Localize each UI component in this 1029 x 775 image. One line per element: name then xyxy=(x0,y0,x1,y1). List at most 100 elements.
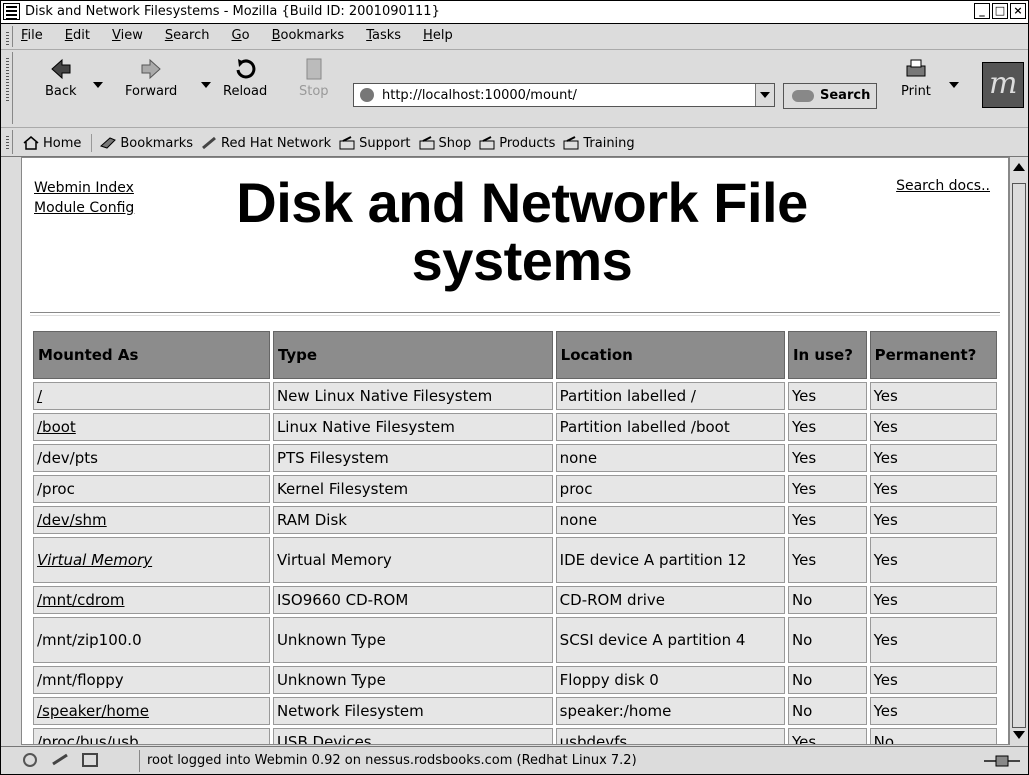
personal-toolbar-grip[interactable] xyxy=(3,130,13,154)
permanent-cell: Yes xyxy=(869,617,997,663)
menu-search[interactable]: Search xyxy=(165,28,210,43)
type-cell: Kernel Filesystem xyxy=(272,475,553,503)
personal-toolbar-support[interactable]: Support xyxy=(339,135,411,151)
reload-button[interactable]: Reload xyxy=(223,56,267,99)
menu-view[interactable]: View xyxy=(112,28,143,43)
forward-dropdown-icon[interactable] xyxy=(201,82,211,88)
scroll-up-arrow-icon[interactable] xyxy=(1013,163,1025,171)
table-row: /mnt/zip100.0 Unknown Type SCSI device A p… xyxy=(33,617,997,663)
personal-toolbar-shop[interactable]: Shop xyxy=(419,136,471,151)
table-row: /proc/bus/usb USB Devices usbdevfs Yes No xyxy=(33,728,997,744)
permanent-cell: Yes xyxy=(869,444,997,472)
mounted-as-cell: /mnt/floppy xyxy=(33,666,270,694)
personal-toolbar-label: Support xyxy=(359,135,411,151)
table-row: /speaker/home Network Filesystem speaker:/… xyxy=(33,697,997,725)
in-use-cell: Yes xyxy=(787,506,867,534)
location-cell: IDE device A partition 12 xyxy=(555,537,785,583)
home-icon xyxy=(23,136,39,150)
menu-tasks[interactable]: Tasks xyxy=(366,28,401,43)
folder-icon xyxy=(419,136,435,150)
mount-link[interactable]: /dev/shm xyxy=(37,511,107,529)
personal-toolbar-home[interactable]: Home xyxy=(23,136,81,151)
mounted-as-cell: /dev/shm xyxy=(33,506,270,534)
personal-toolbar-training[interactable]: Training xyxy=(563,135,635,151)
permanent-cell: Yes xyxy=(869,413,997,441)
table-header-row: Mounted As Type Location In use? Permanent? xyxy=(33,331,997,379)
type-cell: ISO9660 CD-ROM xyxy=(272,586,553,614)
location-cell: none xyxy=(555,506,785,534)
scroll-down-arrow-icon[interactable] xyxy=(1013,731,1025,739)
back-button[interactable]: Back xyxy=(45,56,77,99)
back-dropdown-icon[interactable] xyxy=(93,82,103,88)
personal-toolbar-bookmarks[interactable]: Bookmarks xyxy=(100,136,193,151)
table-row: / New Linux Native Filesystem Partition la… xyxy=(33,382,997,410)
column-header-permanent: Permanent? xyxy=(869,331,997,379)
mount-link[interactable]: /boot xyxy=(37,418,76,436)
module-config-link[interactable]: Module Config xyxy=(34,198,134,218)
maximize-button[interactable]: □ xyxy=(992,3,1008,19)
search-docs-link[interactable]: Search docs.. xyxy=(896,178,990,194)
column-header-type: Type xyxy=(272,331,553,379)
url-history-dropdown[interactable] xyxy=(755,84,774,106)
mount-link[interactable]: /speaker/home xyxy=(37,702,149,720)
personal-toolbar-label: Training xyxy=(583,135,635,151)
menu-bar: File Edit View Search Go Bookmarks Tasks Help xyxy=(1,24,1028,50)
scrollbar-thumb[interactable] xyxy=(1012,183,1026,728)
mount-link[interactable]: / xyxy=(37,387,42,405)
menu-help[interactable]: Help xyxy=(423,28,453,43)
personal-toolbar-products[interactable]: Products xyxy=(479,136,555,151)
toolbar-separator xyxy=(91,134,93,152)
composer-icon[interactable] xyxy=(81,752,99,768)
permanent-cell: Yes xyxy=(869,475,997,503)
personal-toolbar-red-hat-network[interactable]: Red Hat Network xyxy=(201,136,331,151)
mail-icon[interactable] xyxy=(51,752,69,768)
status-bar: root logged into Webmin 0.92 on nessus.r… xyxy=(1,746,1028,775)
personal-toolbar: Home Bookmarks Red Hat Network Support Shop P… xyxy=(1,128,1028,157)
url-input[interactable] xyxy=(382,86,742,104)
menu-edit[interactable]: Edit xyxy=(65,28,90,43)
mount-link[interactable]: /mnt/cdrom xyxy=(37,591,125,609)
title-bar: Disk and Network Filesystems - Mozilla {… xyxy=(1,1,1028,24)
location-cell: CD-ROM drive xyxy=(555,586,785,614)
menu-file[interactable]: File xyxy=(21,28,43,43)
stop-button[interactable]: Stop xyxy=(299,56,329,99)
print-button[interactable]: Print xyxy=(901,56,931,99)
menu-bookmarks[interactable]: Bookmarks xyxy=(272,28,345,43)
permanent-cell: Yes xyxy=(869,506,997,534)
mounted-as-cell: /speaker/home xyxy=(33,697,270,725)
forward-button[interactable]: Forward xyxy=(125,56,177,99)
location-cell: Partition labelled / xyxy=(555,382,785,410)
in-use-cell: Yes xyxy=(787,475,867,503)
location-cell: SCSI device A partition 4 xyxy=(555,617,785,663)
webmin-index-link[interactable]: Webmin Index xyxy=(34,178,134,198)
print-dropdown-icon[interactable] xyxy=(949,82,959,88)
toolbar-grip[interactable] xyxy=(3,52,13,124)
search-button[interactable]: Search xyxy=(783,83,877,109)
location-cell: usbdevfs xyxy=(555,728,785,744)
type-cell: Unknown Type xyxy=(272,666,553,694)
folder-icon xyxy=(339,136,355,150)
personal-toolbar-label: Products xyxy=(499,135,556,151)
url-bar[interactable] xyxy=(353,83,775,107)
reload-icon xyxy=(232,56,258,82)
vertical-scrollbar[interactable] xyxy=(1009,157,1028,745)
mozilla-logo[interactable] xyxy=(982,62,1024,108)
menu-go[interactable]: Go xyxy=(232,28,250,43)
horizontal-rule xyxy=(30,312,1000,316)
location-cell: proc xyxy=(555,475,785,503)
type-cell: USB Devices xyxy=(272,728,553,744)
type-cell: PTS Filesystem xyxy=(272,444,553,472)
type-cell: Virtual Memory xyxy=(272,537,553,583)
menubar-grip[interactable] xyxy=(3,26,13,47)
table-row: /mnt/cdrom ISO9660 CD-ROM CD-ROM drive No Ye… xyxy=(33,586,997,614)
navigator-icon[interactable] xyxy=(21,752,39,768)
mount-link[interactable]: Virtual Memory xyxy=(37,551,152,569)
column-header-mounted-as: Mounted As xyxy=(33,331,270,379)
connection-status-icon xyxy=(982,753,1022,769)
close-button[interactable]: × xyxy=(1010,3,1026,19)
mounted-as-cell: /mnt/zip100.0 xyxy=(33,617,270,663)
in-use-cell: Yes xyxy=(787,728,867,744)
in-use-cell: Yes xyxy=(787,444,867,472)
minimize-button[interactable]: _ xyxy=(974,3,990,19)
window-menu-button[interactable] xyxy=(3,3,20,20)
